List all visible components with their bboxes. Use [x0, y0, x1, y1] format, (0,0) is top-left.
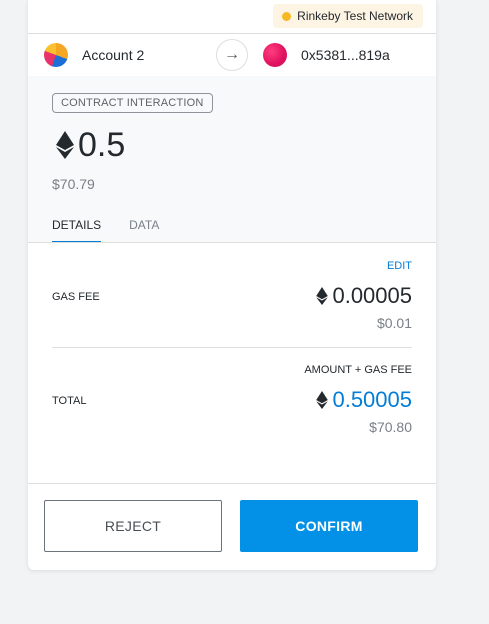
- detail-tabs: DETAILS DATA: [52, 218, 187, 243]
- sender-name: Account 2: [82, 47, 145, 63]
- network-status-dot-icon: [282, 11, 292, 21]
- gas-fee-label: GAS FEE: [52, 291, 100, 303]
- gas-fee-amount-value: 0.00005: [332, 283, 412, 308]
- divider: [52, 347, 412, 348]
- edit-gas-link[interactable]: EDIT: [387, 260, 412, 272]
- arrow-glyph: →: [224, 46, 240, 63]
- confirm-transaction-card: Rinkeby Test Network Account 2 → 0x5381.…: [28, 0, 436, 570]
- sender-avatar: [44, 43, 68, 67]
- total-label: TOTAL: [52, 395, 87, 407]
- tab-details[interactable]: DETAILS: [52, 218, 102, 243]
- transaction-amount-value: 0.5: [78, 125, 126, 164]
- sender-recipient-row: Account 2 → 0x5381...819a: [28, 33, 436, 77]
- gas-fee-fiat: $0.01: [376, 315, 412, 331]
- recipient-avatar: [263, 43, 287, 67]
- arrow-right-icon: →: [216, 39, 248, 71]
- transaction-amount: 0.5: [56, 124, 125, 166]
- gas-fee-amount: 0.00005: [316, 282, 412, 310]
- recipient[interactable]: 0x5381...819a: [263, 34, 390, 76]
- network-bar: Rinkeby Test Network: [28, 0, 436, 33]
- tab-data[interactable]: DATA: [129, 218, 159, 243]
- contract-interaction-badge: CONTRACT INTERACTION: [52, 93, 213, 113]
- transaction-fiat-value: $70.79: [52, 176, 95, 192]
- network-badge[interactable]: Rinkeby Test Network: [273, 4, 423, 28]
- total-fiat: $70.80: [369, 419, 412, 435]
- total-sublabel: AMOUNT + GAS FEE: [304, 364, 412, 376]
- details-panel: EDIT GAS FEE 0.00005 $0.01 AMOUNT + GAS …: [28, 243, 436, 483]
- reject-button[interactable]: REJECT: [44, 500, 222, 552]
- transaction-summary: CONTRACT INTERACTION 0.5 $70.79 DETAILS …: [28, 76, 436, 243]
- network-label: Rinkeby Test Network: [297, 9, 413, 23]
- recipient-address: 0x5381...819a: [301, 47, 390, 63]
- total-amount: 0.50005: [316, 386, 412, 414]
- sender[interactable]: Account 2: [44, 34, 144, 76]
- ethereum-icon: [56, 131, 74, 159]
- ethereum-icon: [316, 287, 329, 305]
- confirm-button[interactable]: CONFIRM: [240, 500, 418, 552]
- ethereum-icon: [316, 391, 329, 409]
- action-footer: REJECT CONFIRM: [28, 483, 436, 570]
- total-amount-value: 0.50005: [332, 387, 412, 412]
